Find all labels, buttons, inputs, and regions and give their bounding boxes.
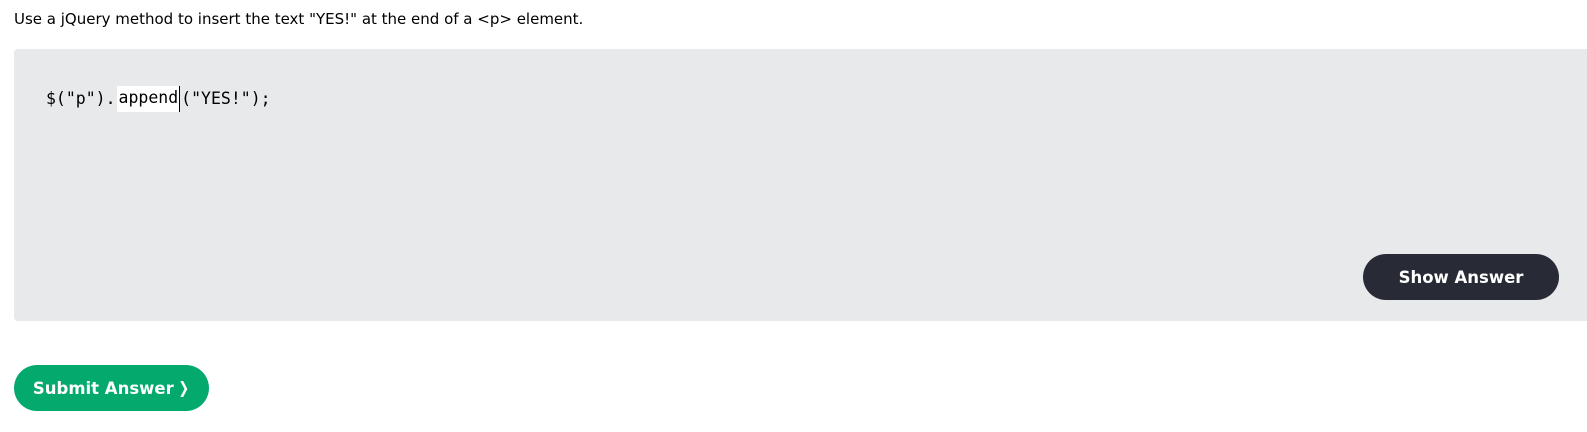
- answer-input[interactable]: append: [116, 86, 181, 112]
- code-suffix: ("YES!");: [181, 89, 271, 108]
- chevron-right-icon: ❯: [178, 378, 189, 397]
- show-answer-button[interactable]: Show Answer: [1363, 254, 1559, 300]
- submit-answer-button[interactable]: Submit Answer ❯: [14, 365, 209, 411]
- exercise-code-box: $("p"). append ("YES!"); Show Answer: [14, 49, 1587, 321]
- code-line: $("p"). append ("YES!");: [46, 86, 271, 112]
- code-prefix: $("p").: [46, 89, 116, 108]
- show-answer-label: Show Answer: [1398, 267, 1524, 287]
- exercise-instruction: Use a jQuery method to insert the text "…: [14, 10, 584, 28]
- submit-answer-label: Submit Answer: [32, 378, 174, 398]
